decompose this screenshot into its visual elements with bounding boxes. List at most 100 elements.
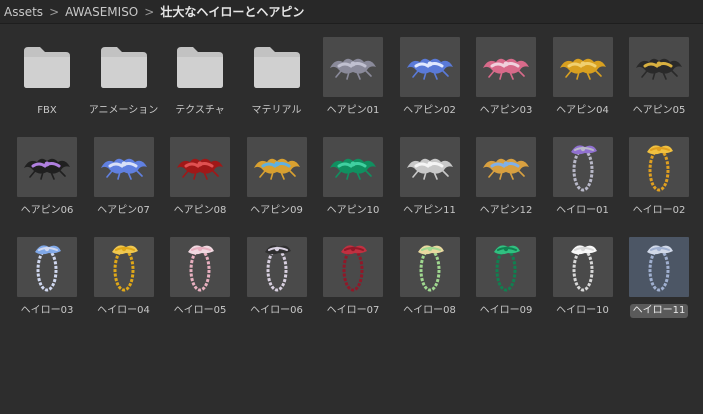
hairpin-icon [406, 58, 453, 80]
halo-icon [35, 245, 61, 292]
asset-tile[interactable]: ヘイロー01 [545, 125, 621, 225]
hairpin-icon [636, 58, 682, 80]
asset-label: ヘイロー05 [173, 305, 227, 316]
hairpin-icon [177, 158, 223, 180]
asset-label: ヘイロー01 [556, 205, 609, 216]
asset-thumbnail[interactable] [247, 37, 307, 97]
hairpin-icon [100, 158, 147, 180]
asset-tile[interactable]: ヘイロー05 [162, 225, 238, 325]
asset-thumbnail[interactable] [629, 237, 689, 297]
asset-thumbnail[interactable] [246, 237, 307, 297]
asset-label: ヘアピン09 [250, 205, 303, 216]
asset-thumbnail[interactable] [170, 237, 230, 297]
breadcrumb-awasemiso[interactable]: AWASEMISO [65, 5, 138, 19]
hairpin-icon [406, 158, 453, 180]
asset-tile[interactable]: ヘアピン09 [239, 125, 315, 225]
asset-label: ヘイロー11 [629, 304, 689, 318]
halo-icon [188, 245, 214, 292]
breadcrumb: Assets > AWASEMISO > 壮大なヘイローとヘアピン [0, 0, 703, 24]
asset-tile[interactable]: ヘイロー09 [468, 225, 544, 325]
asset-thumbnail[interactable] [476, 237, 536, 297]
hairpin-icon [330, 158, 376, 180]
asset-tile[interactable]: ヘアピン11 [392, 125, 468, 225]
asset-label: ヘイロー09 [479, 305, 533, 316]
asset-thumbnail[interactable] [94, 37, 154, 97]
halo-icon [264, 245, 291, 292]
folder-tile[interactable]: FBX [9, 25, 85, 125]
asset-thumbnail[interactable] [552, 237, 613, 297]
asset-label: ヘアピン02 [403, 105, 456, 116]
asset-thumbnail[interactable] [552, 137, 613, 197]
asset-thumbnail[interactable] [629, 137, 689, 197]
asset-label: FBX [37, 105, 57, 116]
asset-tile[interactable]: ヘアピン07 [86, 125, 162, 225]
asset-thumbnail[interactable] [399, 137, 460, 197]
asset-tile[interactable]: ヘアピン06 [9, 125, 85, 225]
asset-thumbnail[interactable] [17, 37, 77, 97]
asset-tile[interactable]: ヘイロー08 [392, 225, 468, 325]
asset-tile[interactable]: ヘイロー07 [315, 225, 391, 325]
asset-label: ヘアピン05 [632, 105, 686, 116]
asset-thumbnail[interactable] [93, 237, 154, 297]
asset-tile[interactable]: ヘイロー10 [545, 225, 621, 325]
asset-thumbnail[interactable] [170, 137, 230, 197]
folder-tile[interactable]: マテリアル [239, 25, 315, 125]
asset-label: ヘアピン01 [326, 105, 380, 116]
asset-tile[interactable]: ヘイロー03 [9, 225, 85, 325]
breadcrumb-current-folder[interactable]: 壮大なヘイローとヘアピン [160, 3, 304, 20]
asset-label: ヘアピン10 [326, 205, 380, 216]
asset-tile[interactable]: ヘアピン02 [392, 25, 468, 125]
asset-thumbnail[interactable] [170, 37, 230, 97]
folder-tile[interactable]: テクスチャ [162, 25, 238, 125]
asset-label: ヘアピン07 [97, 205, 150, 216]
asset-thumbnail[interactable] [552, 37, 613, 97]
breadcrumb-assets[interactable]: Assets [4, 5, 43, 19]
asset-label: ヘアピン08 [173, 205, 227, 216]
asset-label: ヘイロー02 [632, 205, 686, 216]
halo-icon [570, 245, 597, 292]
asset-label: ヘイロー06 [250, 305, 303, 316]
halo-icon [417, 245, 444, 292]
asset-thumbnail[interactable] [476, 37, 536, 97]
breadcrumb-separator: > [144, 4, 155, 19]
asset-thumbnail[interactable] [629, 37, 689, 97]
asset-label: ヘアピン06 [20, 205, 74, 216]
asset-label: ヘイロー07 [326, 305, 380, 316]
asset-thumbnail[interactable] [246, 137, 307, 197]
breadcrumb-separator: > [49, 4, 60, 19]
asset-label: アニメーション [88, 105, 159, 116]
folder-icon [24, 47, 70, 88]
asset-tile[interactable]: ヘイロー02 [621, 125, 697, 225]
halo-icon [570, 145, 597, 192]
asset-tile[interactable]: ヘアピン03 [468, 25, 544, 125]
halo-icon [494, 245, 520, 292]
halo-icon [111, 245, 138, 292]
asset-thumbnail[interactable] [323, 37, 383, 97]
asset-thumbnail[interactable] [323, 137, 383, 197]
asset-label: マテリアル [251, 105, 302, 116]
asset-tile[interactable]: ヘイロー04 [86, 225, 162, 325]
asset-tile[interactable]: ヘアピン10 [315, 125, 391, 225]
asset-tile[interactable]: ヘイロー11 [621, 225, 697, 325]
asset-tile[interactable]: ヘアピン04 [545, 25, 621, 125]
asset-thumbnail[interactable] [399, 237, 460, 297]
asset-tile[interactable]: ヘアピン05 [621, 25, 697, 125]
asset-thumbnail[interactable] [399, 37, 460, 97]
asset-label: ヘイロー10 [556, 305, 609, 316]
asset-label: ヘアピン04 [556, 105, 609, 116]
folder-tile[interactable]: アニメーション [86, 25, 162, 125]
asset-thumbnail[interactable] [323, 237, 383, 297]
asset-label: ヘイロー04 [97, 305, 150, 316]
asset-tile[interactable]: ヘアピン08 [162, 125, 238, 225]
asset-thumbnail[interactable] [93, 137, 154, 197]
asset-thumbnail[interactable] [476, 137, 536, 197]
asset-thumbnail[interactable] [17, 237, 77, 297]
hairpin-icon [483, 158, 529, 180]
asset-tile[interactable]: ヘアピン01 [315, 25, 391, 125]
halo-icon [647, 245, 673, 292]
asset-label: ヘアピン11 [403, 205, 456, 216]
asset-tile[interactable]: ヘアピン12 [468, 125, 544, 225]
asset-label: ヘアピン03 [479, 105, 533, 116]
asset-tile[interactable]: ヘイロー06 [239, 225, 315, 325]
asset-thumbnail[interactable] [17, 137, 77, 197]
